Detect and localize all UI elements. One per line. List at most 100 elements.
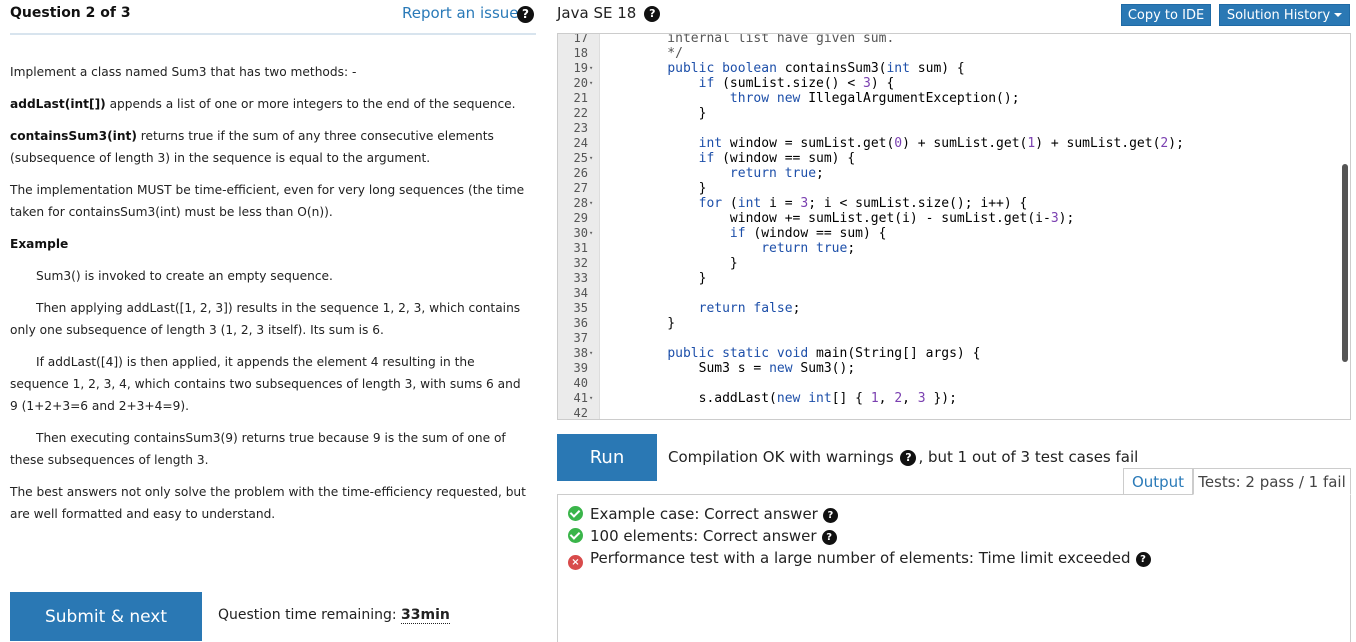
report-issue-link[interactable]: Report an issue xyxy=(402,4,519,22)
code-line[interactable]: 30 ▾ if (window == sum) { xyxy=(574,226,1338,241)
code-line[interactable]: 37 xyxy=(574,331,1338,346)
line-number: 18 xyxy=(573,46,588,60)
run-button[interactable]: Run xyxy=(557,434,657,481)
line-number: 38 xyxy=(573,346,588,360)
help-icon[interactable]: ? xyxy=(821,530,837,545)
line-number: 42 xyxy=(573,406,588,420)
code-content[interactable]: 17 internal list have given sum. 18 */19 ▾… xyxy=(574,33,1338,419)
fold-arrow-icon[interactable]: ▾ xyxy=(589,151,593,166)
code-text: Sum3 s = new Sum3(); xyxy=(636,361,856,376)
line-number: 23 xyxy=(573,121,588,135)
line-number: 35 xyxy=(573,301,588,315)
description-paragraph: If addLast([4]) is then applied, it appe… xyxy=(10,351,530,417)
code-text: throw new IllegalArgumentException(); xyxy=(729,91,1020,106)
caret-down-icon xyxy=(1334,13,1343,17)
code-text: for (int i = 3; i < sumList.size(); i++)… xyxy=(698,196,1028,211)
line-number: 24 xyxy=(573,136,588,150)
tab-tests[interactable]: Tests: 2 pass / 1 fail xyxy=(1193,468,1351,495)
fold-arrow-icon[interactable]: ▾ xyxy=(589,391,593,406)
line-number: 39 xyxy=(573,361,588,375)
description-text: If addLast([4]) is then applied, it appe… xyxy=(10,355,521,413)
line-number: 34 xyxy=(573,286,588,300)
timer-label: Question time remaining: xyxy=(218,607,402,623)
code-line[interactable]: 17 internal list have given sum. xyxy=(574,33,1338,46)
code-text: if (window == sum) { xyxy=(698,151,856,166)
code-text: public static void main(String[] args) { xyxy=(667,346,981,361)
code-line[interactable]: 41 ▾ s.addLast(new int[] { 1, 2, 3 }); xyxy=(574,391,1338,406)
help-icon[interactable]: ? xyxy=(644,6,661,22)
code-line[interactable]: 23 xyxy=(574,121,1338,136)
line-number: 17 xyxy=(573,33,588,45)
solution-history-button[interactable]: Solution History xyxy=(1219,4,1350,26)
test-result-text: Example case: Correct answer xyxy=(590,505,818,523)
code-line[interactable]: 36 } xyxy=(574,316,1338,331)
code-text: } xyxy=(636,316,676,331)
compile-status: Compilation OK with warnings ?, but 1 ou… xyxy=(668,448,1138,466)
line-number: 29 xyxy=(573,211,588,225)
code-editor[interactable]: 17 internal list have given sum. 18 */19 ▾… xyxy=(557,33,1351,420)
language-label: Java SE 18 xyxy=(557,4,637,22)
description-paragraph: The best answers not only solve the prob… xyxy=(10,481,530,525)
code-line[interactable]: 19 ▾ public boolean containsSum3(int sum)… xyxy=(574,61,1338,76)
fold-arrow-icon[interactable]: ▾ xyxy=(589,346,593,361)
code-line[interactable]: 33 } xyxy=(574,271,1338,286)
line-number: 19 xyxy=(573,61,588,75)
help-icon[interactable]: ? xyxy=(1135,552,1151,567)
submit-next-button[interactable]: Submit & next xyxy=(10,592,202,641)
description-bold: Example xyxy=(10,237,69,251)
code-line[interactable]: 24 int window = sumList.get(0) + sumList… xyxy=(574,136,1338,151)
code-line[interactable]: 32 } xyxy=(574,256,1338,271)
fold-arrow-icon[interactable]: ▾ xyxy=(589,76,593,91)
code-line[interactable]: 42 xyxy=(574,406,1338,419)
code-line[interactable]: 28 ▾ for (int i = 3; i < sumList.size(); … xyxy=(574,196,1338,211)
code-line[interactable]: 31 return true; xyxy=(574,241,1338,256)
code-line[interactable]: 40 xyxy=(574,376,1338,391)
code-line[interactable]: 21 throw new IllegalArgumentException(); xyxy=(574,91,1338,106)
fold-arrow-icon[interactable]: ▾ xyxy=(589,61,593,76)
warning-help-icon[interactable]: ? xyxy=(900,450,917,466)
tab-output[interactable]: Output xyxy=(1123,468,1193,495)
line-number: 27 xyxy=(573,181,588,195)
code-line[interactable]: 25 ▾ if (window == sum) { xyxy=(574,151,1338,166)
code-line[interactable]: 38 ▾ public static void main(String[] arg… xyxy=(574,346,1338,361)
code-line[interactable]: 18 */ xyxy=(574,46,1338,61)
description-text: The best answers not only solve the prob… xyxy=(10,485,526,521)
question-description: Implement a class named Sum3 that has tw… xyxy=(10,61,530,535)
description-text: Implement a class named Sum3 that has tw… xyxy=(10,65,357,79)
code-text: int window = sumList.get(0) + sumList.ge… xyxy=(698,136,1184,151)
code-line[interactable]: 22 } xyxy=(574,106,1338,121)
copy-to-ide-button[interactable]: Copy to IDE xyxy=(1121,4,1211,26)
fold-arrow-icon[interactable]: ▾ xyxy=(589,196,593,211)
test-results-panel: Example case: Correct answer? 100 element… xyxy=(557,494,1351,642)
line-number: 22 xyxy=(573,106,588,120)
test-result-text: Performance test with a large number of … xyxy=(590,549,1131,567)
code-text: internal list have given sum. xyxy=(636,33,895,46)
code-line[interactable]: 26 return true; xyxy=(574,166,1338,181)
code-line[interactable]: 34 xyxy=(574,286,1338,301)
line-number: 21 xyxy=(573,91,588,105)
description-paragraph: Then executing containsSum3(9) returns t… xyxy=(10,427,530,471)
divider xyxy=(10,33,536,35)
help-icon[interactable]: ? xyxy=(822,508,838,523)
description-paragraph: Then applying addLast([1, 2, 3]) results… xyxy=(10,297,530,341)
code-line[interactable]: 27 } xyxy=(574,181,1338,196)
code-text: } xyxy=(636,271,707,286)
test-result: × Performance test with a large number of… xyxy=(558,547,1350,570)
fold-arrow-icon[interactable]: ▾ xyxy=(589,226,593,241)
code-line[interactable]: 29 window += sumList.get(i) - sumList.ge… xyxy=(574,211,1338,226)
code-text: return false; xyxy=(698,301,801,316)
code-text: return true; xyxy=(761,241,856,256)
code-line[interactable]: 35 return false; xyxy=(574,301,1338,316)
description-text: Sum3() is invoked to create an empty seq… xyxy=(36,269,333,283)
code-line[interactable]: 20 ▾ if (sumList.size() < 3) { xyxy=(574,76,1338,91)
language-selector: Java SE 18? xyxy=(557,4,661,22)
test-result: Example case: Correct answer? xyxy=(558,503,1350,525)
check-circle-icon xyxy=(568,528,583,543)
code-line[interactable]: 39 Sum3 s = new Sum3(); xyxy=(574,361,1338,376)
help-icon[interactable]: ? xyxy=(517,6,534,23)
code-text: window += sumList.get(i) - sumList.get(i… xyxy=(636,211,1075,226)
editor-scrollbar[interactable] xyxy=(1342,164,1348,362)
